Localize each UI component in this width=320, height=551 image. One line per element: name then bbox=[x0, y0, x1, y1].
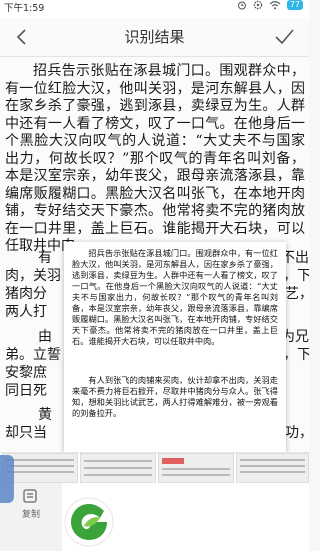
fragment-1: 有 bbox=[38, 250, 52, 266]
settings-icon bbox=[253, 0, 263, 10]
page-title: 识别结果 bbox=[124, 28, 185, 46]
thumbnail-strip bbox=[0, 453, 309, 483]
confirm-button[interactable] bbox=[273, 26, 295, 48]
bottom-toolbar: 复制 bbox=[0, 452, 309, 551]
status-icons: 77 bbox=[237, 0, 303, 10]
top-bar: 识别结果 bbox=[0, 18, 309, 57]
thumbnail-2[interactable] bbox=[80, 453, 156, 483]
right-fragment-2: ，下 bbox=[283, 268, 309, 284]
fragment-5: 由 bbox=[38, 329, 52, 345]
fragment-2: 肉，关羽 bbox=[5, 268, 61, 284]
side-drag-handle[interactable] bbox=[0, 455, 14, 503]
green-leaf-logo[interactable] bbox=[64, 497, 114, 547]
copy-icon bbox=[23, 489, 37, 503]
checkmark-icon bbox=[275, 29, 294, 45]
preview-paragraph-2: 有人到张飞的肉铺来买肉，伙计却拿不出肉，关羽走来毫不费力将巨石掀开，尽取井中猪肉… bbox=[72, 375, 278, 418]
copy-label: 复制 bbox=[21, 510, 40, 520]
battery-icon: 77 bbox=[286, 0, 303, 10]
fragment-6: 弟。立誓 bbox=[5, 347, 61, 363]
fragment-10: 却只当 bbox=[5, 425, 47, 441]
status-time: 下午1:59 bbox=[4, 3, 45, 14]
fragment-8: 同日死 bbox=[5, 383, 47, 399]
wifi-icon bbox=[269, 1, 281, 10]
alarm-icon bbox=[237, 1, 246, 10]
fragment-3: 猪肉分 bbox=[5, 286, 47, 302]
fragment-4: 两人打 bbox=[5, 304, 47, 320]
thumbnail-3[interactable] bbox=[158, 453, 234, 483]
right-fragment-5: ，下 bbox=[283, 347, 309, 363]
status-bar: 下午1:59 77 bbox=[0, 0, 309, 18]
preview-paragraph-1: 招兵告示张贴在涿县城门口。围观群众中，有一位红脸大汉，他叫关羽，是河东解县人，因… bbox=[72, 248, 278, 346]
fragment-7: 安黎庶 bbox=[5, 365, 47, 381]
thumbnail-4[interactable] bbox=[236, 453, 309, 483]
recognized-text-preview[interactable]: 招兵告示张贴在涿县城门口。围观群众中，有一位红脸大汉，他叫关羽，是河东解县人，因… bbox=[64, 242, 286, 452]
fragment-9: 黄 bbox=[38, 407, 52, 423]
